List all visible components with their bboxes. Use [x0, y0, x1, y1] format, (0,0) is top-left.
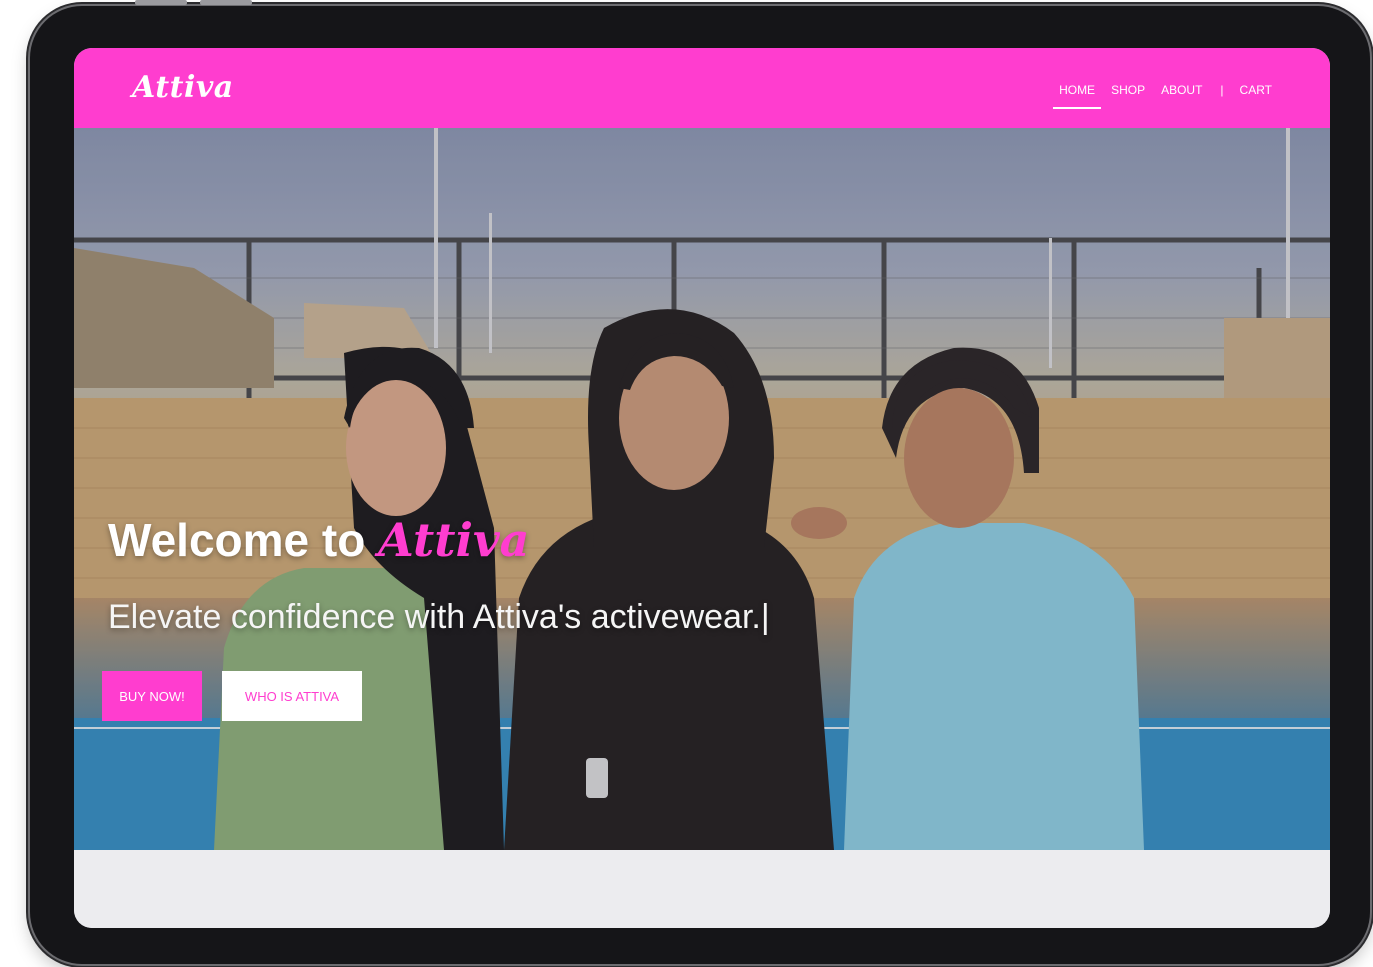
nav-separator: | — [1220, 83, 1224, 97]
logo[interactable]: Attiva — [132, 70, 234, 105]
hero-overlay — [74, 128, 1330, 850]
who-is-attiva-button[interactable]: WHO IS ATTIVA — [222, 671, 362, 721]
nav-menu: HOME SHOP ABOUT | CART — [1043, 83, 1272, 109]
hero-title: Welcome to Attiva — [108, 513, 529, 567]
nav-about[interactable]: ABOUT — [1161, 83, 1202, 97]
below-fold-section — [74, 850, 1330, 928]
buy-now-button[interactable]: BUY NOW! — [102, 671, 202, 721]
hero-title-prefix: Welcome to — [108, 514, 379, 566]
screen: Attiva HOME SHOP ABOUT | CART Welcome to… — [74, 48, 1330, 928]
nav-shop[interactable]: SHOP — [1111, 83, 1145, 97]
hero-subtitle: Elevate confidence with Attiva's activew… — [108, 598, 770, 636]
hero-section: Welcome to Attiva Elevate confidence wit… — [74, 128, 1330, 850]
hero-title-brand: Attiva — [378, 513, 530, 567]
power-button — [200, 0, 252, 5]
nav-home[interactable]: HOME — [1053, 83, 1102, 109]
navbar: Attiva HOME SHOP ABOUT | CART — [74, 48, 1330, 128]
volume-button — [135, 0, 187, 5]
nav-cart[interactable]: CART — [1240, 83, 1272, 97]
